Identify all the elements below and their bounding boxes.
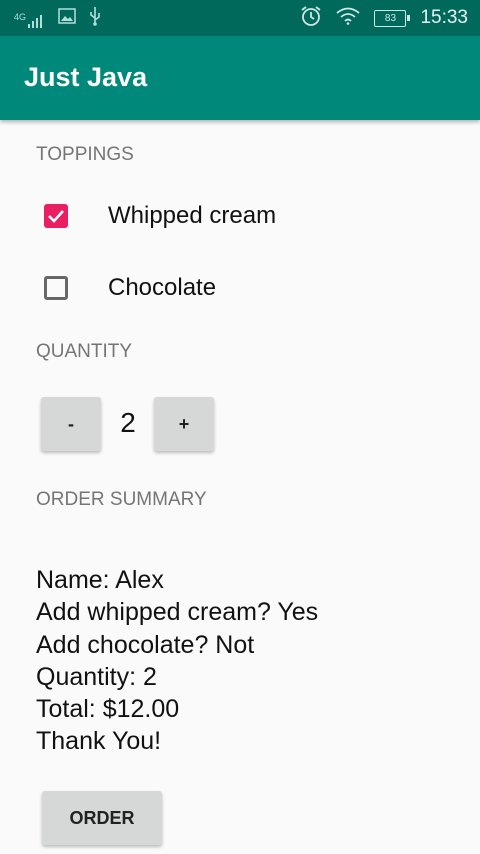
status-right: 83 15:33: [300, 0, 468, 36]
order-summary-section-label: ORDER SUMMARY: [36, 489, 207, 510]
whipped-cream-checkbox-row[interactable]: Whipped cream: [44, 196, 276, 236]
increment-button[interactable]: +: [154, 397, 214, 451]
chocolate-checkbox[interactable]: [44, 276, 68, 300]
app-bar: Just Java: [0, 36, 480, 120]
summary-quantity-line: Quantity: 2: [36, 662, 157, 691]
toppings-section-label: TOPPINGS: [36, 144, 134, 165]
battery-level: 83: [384, 12, 397, 24]
summary-thank-you-line: Thank You!: [36, 727, 162, 756]
summary-chocolate-line: Add chocolate? Not: [36, 630, 255, 659]
app-title: Just Java: [24, 62, 148, 92]
wifi-icon: [336, 7, 361, 30]
whipped-cream-label: Whipped cream: [108, 202, 277, 229]
decrement-button[interactable]: -: [41, 397, 101, 451]
summary-total-line: Total: $12.00: [36, 695, 180, 724]
quantity-value: 2: [120, 407, 136, 438]
order-summary-text: Name: Alex Add whipped cream? Yes Add ch…: [36, 564, 318, 758]
checkmark-icon: [48, 210, 64, 223]
order-button[interactable]: ORDER: [42, 791, 162, 845]
quantity-section-label: QUANTITY: [36, 341, 133, 362]
chocolate-label: Chocolate: [108, 274, 217, 301]
whipped-cream-checkbox[interactable]: [44, 204, 68, 228]
network-type-label: 4G: [14, 11, 27, 22]
status-time: 15:33: [420, 7, 468, 28]
status-left: 4G: [14, 6, 102, 31]
battery-icon: 83: [374, 9, 411, 27]
status-bar: 4G 83 15:33: [0, 0, 480, 36]
signal-icon: 4G: [14, 10, 46, 28]
image-icon: [58, 8, 76, 29]
chocolate-checkbox-row[interactable]: Chocolate: [44, 268, 216, 308]
usb-icon: [88, 6, 102, 31]
summary-name-line: Name: Alex: [36, 566, 164, 594]
summary-whipped-cream-line: Add whipped cream? Yes: [36, 598, 319, 627]
alarm-icon: [300, 5, 322, 32]
